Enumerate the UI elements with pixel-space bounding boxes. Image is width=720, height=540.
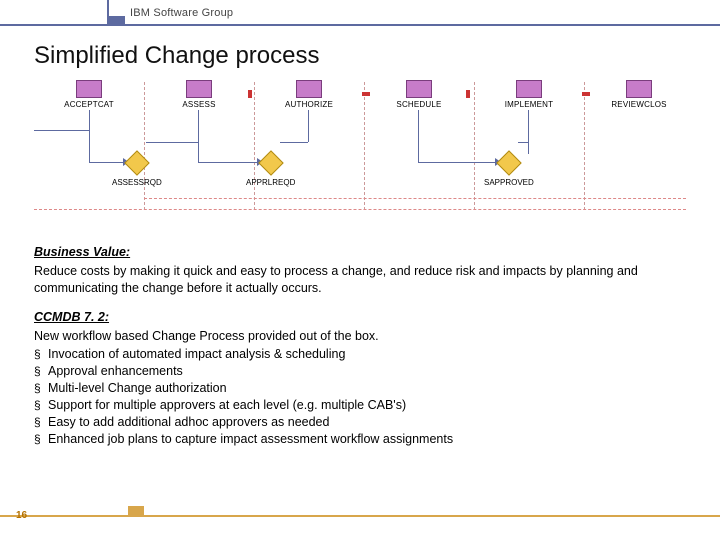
feature-list: Invocation of automated impact analysis … bbox=[34, 346, 686, 447]
decision-node bbox=[496, 150, 521, 175]
stage-label: REVIEWCLOS bbox=[592, 100, 686, 109]
stage-node bbox=[186, 80, 212, 98]
separator bbox=[584, 82, 585, 210]
stage-label: AUTHORIZE bbox=[262, 100, 356, 109]
connector bbox=[280, 142, 308, 143]
footer-tab bbox=[128, 506, 144, 517]
stage: ACCEPTCAT bbox=[42, 80, 136, 109]
ccmdb-section: CCMDB 7. 2: New workflow based Change Pr… bbox=[34, 309, 686, 448]
feature-item: Easy to add additional adhoc approvers a… bbox=[34, 414, 686, 431]
stage: ASSESS bbox=[152, 80, 246, 109]
marker bbox=[466, 90, 470, 98]
connector bbox=[418, 110, 419, 162]
decision-node bbox=[258, 150, 283, 175]
feature-item: Enhanced job plans to capture impact ass… bbox=[34, 431, 686, 448]
business-value-text: Reduce costs by making it quick and easy… bbox=[34, 263, 686, 297]
footer: 16 bbox=[0, 506, 720, 528]
decision-node bbox=[124, 150, 149, 175]
stage: REVIEWCLOS bbox=[592, 80, 686, 109]
separator bbox=[144, 82, 145, 210]
decision-label: APPRLREQD bbox=[246, 178, 295, 187]
connector bbox=[518, 142, 528, 143]
slide: IBM Software Group Simplified Change pro… bbox=[0, 0, 720, 540]
header-group-label: IBM Software Group bbox=[130, 7, 233, 19]
decision-label: SAPPROVED bbox=[484, 178, 534, 187]
diagram-baseline bbox=[144, 198, 686, 199]
workflow-diagram: ACCEPTCAT ASSESS AUTHORIZE SCHEDULE IMPL… bbox=[34, 80, 686, 230]
footer-rule bbox=[0, 515, 720, 517]
body-text: Business Value: Reduce costs by making i… bbox=[34, 244, 686, 448]
connector bbox=[418, 162, 496, 163]
connector bbox=[34, 130, 89, 131]
stage-node bbox=[406, 80, 432, 98]
connector bbox=[89, 162, 124, 163]
page-number: 16 bbox=[16, 510, 27, 521]
connector bbox=[146, 142, 198, 143]
feature-item: Invocation of automated impact analysis … bbox=[34, 346, 686, 363]
stage-node bbox=[516, 80, 542, 98]
connector bbox=[308, 110, 309, 142]
connector bbox=[198, 110, 199, 162]
page-title: Simplified Change process bbox=[34, 42, 720, 70]
separator bbox=[364, 82, 365, 210]
stage: AUTHORIZE bbox=[262, 80, 356, 109]
stage-label: SCHEDULE bbox=[372, 100, 466, 109]
stage-node bbox=[76, 80, 102, 98]
ccmdb-heading: CCMDB 7. 2: bbox=[34, 309, 686, 326]
stage-label: IMPLEMENT bbox=[482, 100, 576, 109]
decision-label: ASSESSRQD bbox=[112, 178, 162, 187]
separator bbox=[474, 82, 475, 210]
business-value-heading: Business Value: bbox=[34, 244, 686, 261]
header: IBM Software Group bbox=[0, 0, 720, 26]
separator bbox=[254, 82, 255, 210]
diagram-baseline bbox=[34, 209, 686, 210]
marker bbox=[248, 90, 252, 98]
connector bbox=[89, 110, 90, 162]
stage-label: ASSESS bbox=[152, 100, 246, 109]
business-value-section: Business Value: Reduce costs by making i… bbox=[34, 244, 686, 297]
connector bbox=[198, 162, 258, 163]
connector bbox=[528, 110, 529, 154]
marker bbox=[582, 92, 590, 96]
marker bbox=[362, 92, 370, 96]
stage-node bbox=[296, 80, 322, 98]
stage: IMPLEMENT bbox=[482, 80, 576, 109]
ccmdb-intro: New workflow based Change Process provid… bbox=[34, 328, 686, 345]
stage-label: ACCEPTCAT bbox=[42, 100, 136, 109]
header-tab bbox=[107, 16, 125, 26]
stage: SCHEDULE bbox=[372, 80, 466, 109]
feature-item: Multi-level Change authorization bbox=[34, 380, 686, 397]
feature-item: Approval enhancements bbox=[34, 363, 686, 380]
stage-node bbox=[626, 80, 652, 98]
feature-item: Support for multiple approvers at each l… bbox=[34, 397, 686, 414]
